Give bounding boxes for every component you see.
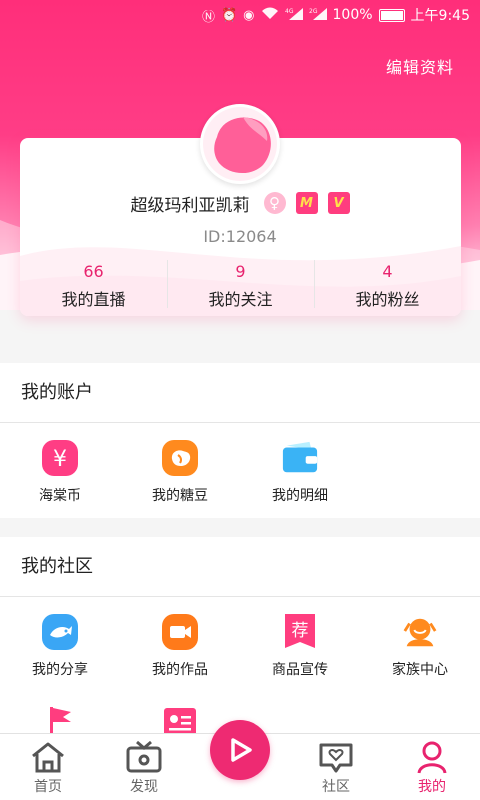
tv-icon <box>126 740 162 773</box>
stat-value: 4 <box>382 262 393 281</box>
nav-label: 发现 <box>130 779 158 795</box>
grid-label: 商品宣传 <box>272 662 328 678</box>
username: 超级玛利亚凯莉 <box>130 195 250 216</box>
stat-my-live[interactable]: 66 我的直播 <box>20 258 167 316</box>
stat-my-following[interactable]: 9 我的关注 <box>167 258 314 316</box>
community-item-works[interactable]: 我的作品 <box>120 597 240 687</box>
share-fish-icon <box>41 613 79 651</box>
net-4g-label: 4G <box>285 8 294 15</box>
tag-glyph: 荐 <box>292 621 309 641</box>
yen-coin-icon: ¥ <box>41 439 79 477</box>
net-2g-label: 2G <box>309 8 318 15</box>
family-icon <box>401 613 439 651</box>
nav-mine[interactable]: 我的 <box>384 734 480 800</box>
clock: 上午9:45 <box>410 8 470 24</box>
v-level-badge-icon: V <box>327 192 350 214</box>
profile-card-icon <box>161 703 199 737</box>
account-item-details[interactable]: 我的明细 <box>240 423 360 513</box>
nav-home[interactable]: 首页 <box>0 734 96 800</box>
community-item-flag[interactable] <box>0 687 120 737</box>
chat-heart-icon <box>319 743 353 773</box>
flag-icon <box>41 703 79 737</box>
wifi-icon <box>261 7 279 24</box>
grid-label: 海棠币 <box>39 488 81 504</box>
female-icon: ♀ <box>263 192 286 214</box>
stat-label: 我的直播 <box>61 290 126 309</box>
svg-text:¥: ¥ <box>53 447 67 472</box>
live-play-icon <box>231 738 252 762</box>
profile-stats: 66 我的直播 9 我的关注 4 我的粉丝 <box>20 258 461 316</box>
user-id: ID:12064 <box>203 227 277 246</box>
edit-profile-button[interactable]: 编辑资料 <box>386 54 454 78</box>
username-row: 超级玛利亚凯莉 ♀ M V <box>0 190 480 216</box>
nav-community[interactable]: 社区 <box>288 734 384 800</box>
account-item-coins[interactable]: ¥ 海棠币 <box>0 423 120 513</box>
status-bar: Ⓝ ⏰ ◉ 4G 2G 100% 上午9:45 <box>0 0 480 30</box>
nfc-icon: Ⓝ <box>201 9 215 25</box>
nav-label: 首页 <box>34 779 62 795</box>
stat-label: 我的粉丝 <box>355 290 420 309</box>
stat-label: 我的关注 <box>208 290 273 309</box>
home-icon <box>32 742 64 773</box>
my-community-section: 我的社区 我的分享 我的作品 荐 商品宣传 家族中心 <box>0 537 480 737</box>
my-account-section: 我的账户 ¥ 海棠币 我的糖豆 我的明细 <box>0 363 480 518</box>
signal-4g-icon: 4G <box>285 7 303 24</box>
grid-label: 家族中心 <box>392 662 448 678</box>
section-title: 我的账户 <box>0 363 480 423</box>
nav-discover[interactable]: 发现 <box>96 734 192 800</box>
section-title: 我的社区 <box>0 537 480 597</box>
grid-label: 我的作品 <box>152 662 208 678</box>
nav-label: 社区 <box>322 779 350 795</box>
m-level-badge-icon: M <box>295 192 318 214</box>
live-play-button[interactable] <box>210 720 270 780</box>
alarm-icon: ⏰ <box>220 7 238 23</box>
community-item-share[interactable]: 我的分享 <box>0 597 120 687</box>
avatar[interactable] <box>200 104 280 184</box>
candy-bean-icon <box>161 439 199 477</box>
grid-label: 我的分享 <box>32 662 88 678</box>
battery-percent: 100% <box>332 7 373 23</box>
recommend-tag-icon: 荐 <box>281 613 319 651</box>
community-item-promotion[interactable]: 荐 商品宣传 <box>240 597 360 687</box>
grid-label: 我的糖豆 <box>152 488 208 504</box>
community-item-family[interactable]: 家族中心 <box>360 597 480 687</box>
signal-2g-icon: 2G <box>309 7 327 24</box>
nav-label: 我的 <box>418 779 446 795</box>
stat-value: 66 <box>83 262 104 281</box>
wallet-icon <box>281 439 319 477</box>
person-icon <box>417 741 447 774</box>
stat-value: 9 <box>235 262 246 281</box>
account-item-candy[interactable]: 我的糖豆 <box>120 423 240 513</box>
grid-label: 我的明细 <box>272 488 328 504</box>
eye-icon: ◉ <box>243 7 255 23</box>
video-camera-icon <box>161 613 199 651</box>
battery-icon <box>378 8 405 22</box>
stat-my-fans[interactable]: 4 我的粉丝 <box>314 258 461 316</box>
